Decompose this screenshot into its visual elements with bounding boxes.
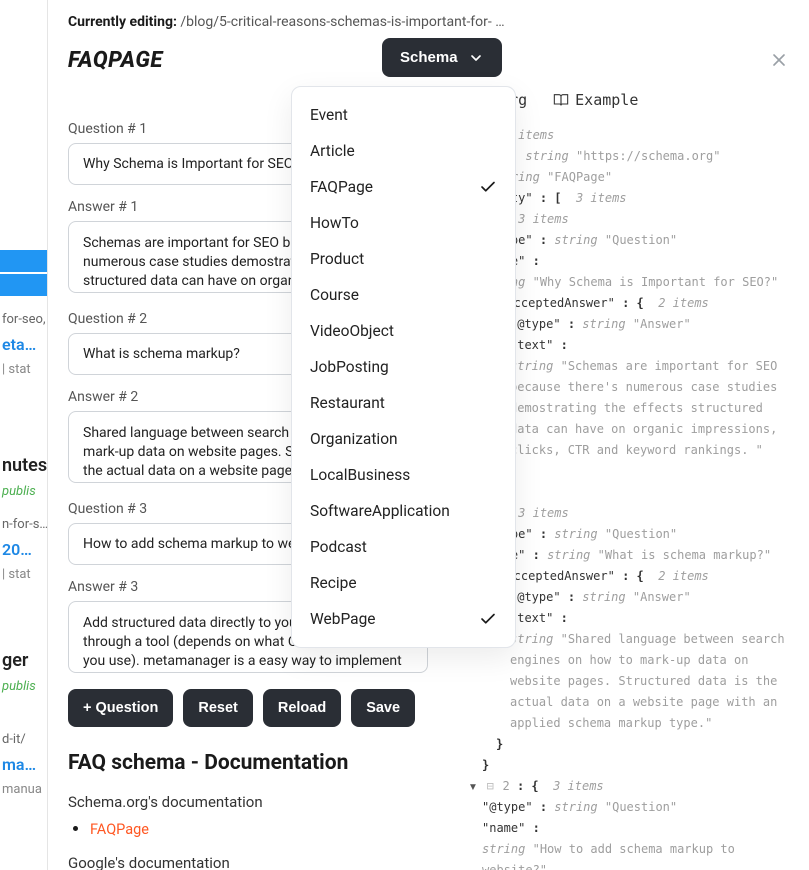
peek-link: eta… (0, 331, 47, 358)
peek-text: | stat (0, 563, 47, 586)
dropdown-item-label: Podcast (310, 538, 367, 556)
dropdown-item-label: FAQPage (310, 178, 373, 196)
docs-link-schemaorg[interactable]: FAQPage (90, 821, 149, 838)
dropdown-item-product[interactable]: Product (292, 241, 515, 277)
docs-subheading: Schema.org's documentation (68, 793, 428, 811)
peek-link: ma… (0, 751, 47, 778)
dropdown-item-label: Event (310, 106, 348, 124)
schema-dropdown-button[interactable]: Schema (382, 38, 502, 77)
dropdown-item-label: Organization (310, 430, 398, 448)
dropdown-item-label: LocalBusiness (310, 466, 410, 484)
close-icon[interactable] (769, 50, 789, 76)
peek-text: d-it/ (0, 728, 47, 751)
check-icon (479, 178, 497, 196)
dropdown-item-label: HowTo (310, 214, 359, 232)
docs-heading: FAQ schema - Documentation (68, 751, 428, 775)
dropdown-item-restaurant[interactable]: Restaurant (292, 385, 515, 421)
dropdown-item-label: WebPage (310, 610, 376, 628)
dropdown-item-videoobject[interactable]: VideoObject (292, 313, 515, 349)
dropdown-item-label: Restaurant (310, 394, 385, 412)
page-title: FAQPAGE (68, 48, 163, 73)
dropdown-item-webpage[interactable]: WebPage (292, 601, 515, 637)
peek-text: publis (0, 480, 47, 503)
dropdown-item-faqpage[interactable]: FAQPage (292, 169, 515, 205)
dropdown-item-localbusiness[interactable]: LocalBusiness (292, 457, 515, 493)
dropdown-item-label: Product (310, 250, 364, 268)
breadcrumb: Currently editing: /blog/5-critical-reas… (48, 0, 809, 38)
dropdown-item-podcast[interactable]: Podcast (292, 529, 515, 565)
schema-dropdown-menu: Event Article FAQPage HowTo Product Course Vid… (291, 86, 516, 648)
reset-button[interactable]: Reset (183, 689, 253, 727)
peek-text: for-seo, (0, 308, 47, 331)
check-icon (479, 610, 497, 628)
peek-text: manua (0, 778, 47, 801)
dropdown-item-course[interactable]: Course (292, 277, 515, 313)
editing-label: Currently editing: (68, 14, 177, 30)
peek-text: nutes (0, 451, 47, 480)
book-icon (553, 92, 569, 108)
dropdown-item-label: JobPosting (310, 358, 389, 376)
dropdown-item-label: Article (310, 142, 355, 160)
dropdown-item-event[interactable]: Event (292, 97, 515, 133)
dropdown-item-label: VideoObject (310, 322, 394, 340)
dropdown-item-organization[interactable]: Organization (292, 421, 515, 457)
peek-text: publis (0, 675, 47, 698)
dropdown-item-label: SoftwareApplication (310, 502, 450, 520)
save-button[interactable]: Save (351, 689, 415, 727)
dropdown-item-article[interactable]: Article (292, 133, 515, 169)
example-link[interactable]: Example (575, 87, 638, 113)
peek-link: 20… (0, 536, 47, 563)
background-peek: for-seo, eta… | stat nutes publis n-for-… (0, 0, 48, 870)
dropdown-item-softwareapplication[interactable]: SoftwareApplication (292, 493, 515, 529)
dropdown-item-recipe[interactable]: Recipe (292, 565, 515, 601)
peek-text: | stat (0, 358, 47, 381)
peek-link: ger (0, 646, 47, 675)
editing-path: /blog/5-critical-reasons-schemas-is-impo… (180, 14, 504, 30)
schema-button-label: Schema (400, 49, 458, 66)
chevron-down-icon (468, 50, 484, 66)
dropdown-item-label: Course (310, 286, 359, 304)
peek-text: n-for-s… (0, 513, 47, 536)
dropdown-item-howto[interactable]: HowTo (292, 205, 515, 241)
add-question-button[interactable]: + Question (68, 689, 173, 727)
docs-subheading: Google's documentation (68, 854, 428, 870)
dropdown-item-label: Recipe (310, 574, 357, 592)
dropdown-item-jobposting[interactable]: JobPosting (292, 349, 515, 385)
reload-button[interactable]: Reload (263, 689, 341, 727)
